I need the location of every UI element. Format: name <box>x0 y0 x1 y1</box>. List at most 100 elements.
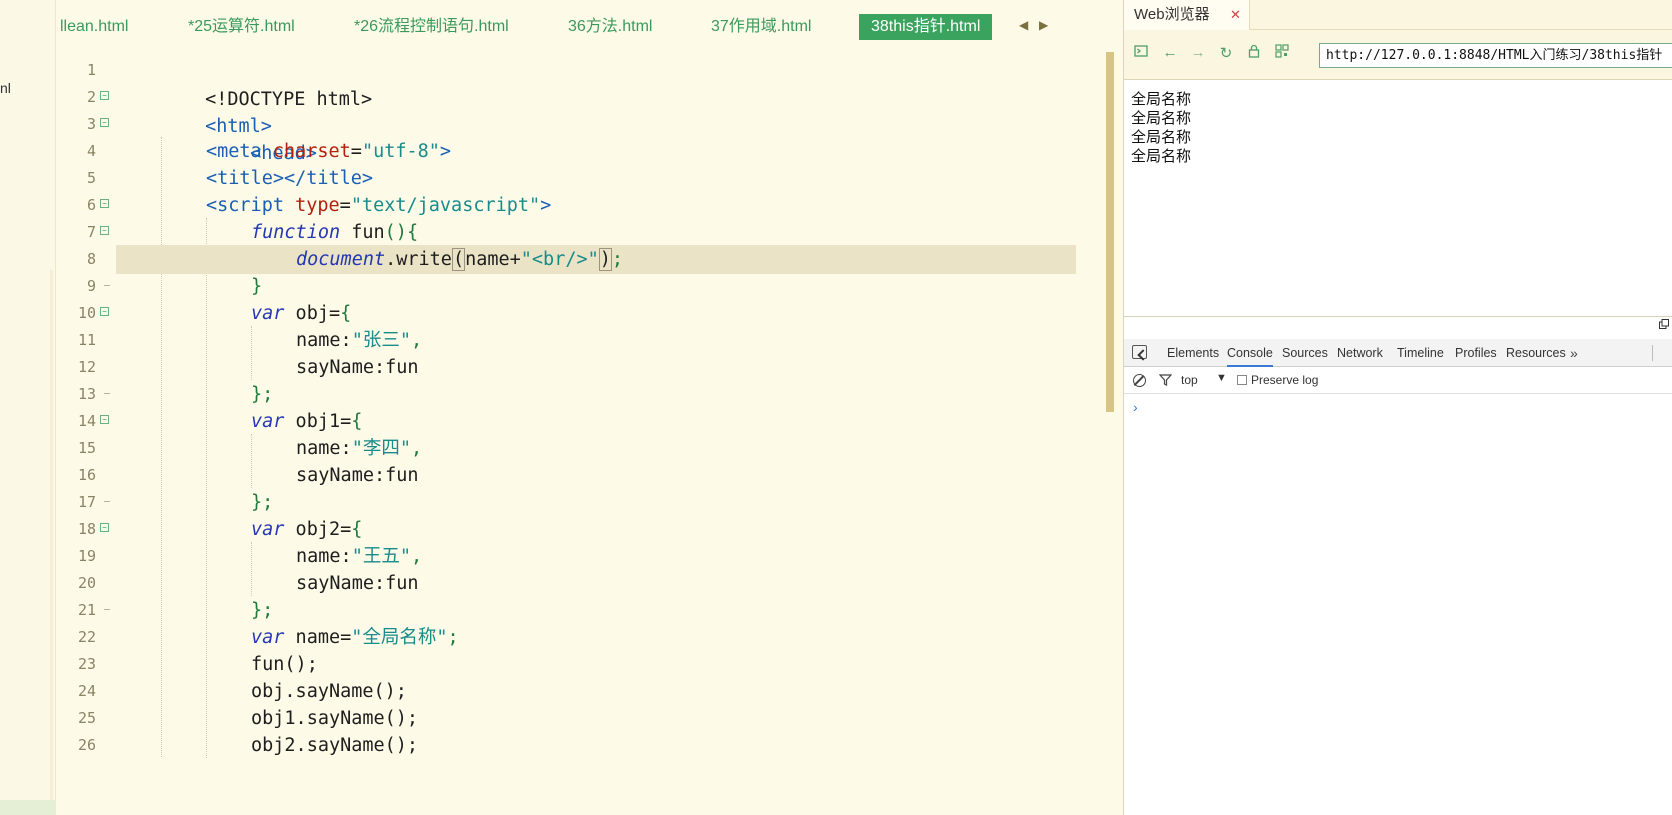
punct-token: = <box>350 141 362 162</box>
tab-sources[interactable]: Sources <box>1282 339 1328 367</box>
identifier-token: obj2.sayName(); <box>251 735 419 756</box>
fold-toggle-obj2[interactable]: − <box>100 523 109 532</box>
tab-scroll-right-icon[interactable]: ▶ <box>1039 18 1048 32</box>
line-number: 16 <box>77 466 96 484</box>
undock-icon[interactable] <box>1659 319 1669 332</box>
editor-tab-operators[interactable]: *25运算符.html <box>188 14 295 40</box>
editor-tab-this-pointer[interactable]: 38this指针.html <box>859 14 993 40</box>
identifier-token: fun(); <box>251 654 318 675</box>
clear-console-icon[interactable] <box>1133 374 1146 387</box>
code-editor: llean.html *25运算符.html *26流程控制语句.html 36… <box>60 0 1122 815</box>
back-icon[interactable]: ← <box>1161 44 1179 61</box>
keyword-token: function <box>251 222 341 243</box>
close-icon[interactable]: ✕ <box>1230 0 1241 30</box>
chevron-down-icon[interactable]: ▼ <box>1216 372 1227 384</box>
editor-tab-scope[interactable]: 37作用域.html <box>711 14 811 40</box>
code-line: var obj2={ <box>251 515 362 544</box>
fold-toggle-script[interactable]: − <box>100 199 109 208</box>
fold-toggle-obj1[interactable]: − <box>100 415 109 424</box>
filter-icon[interactable] <box>1158 374 1173 389</box>
identifier-token: name: <box>296 330 352 351</box>
explorer-selection-highlight <box>0 800 56 815</box>
line-number: 20 <box>77 574 96 592</box>
context-selector[interactable]: top <box>1181 373 1198 387</box>
lock-icon[interactable] <box>1245 44 1263 62</box>
identifier-token: obj.sayName(); <box>251 681 407 702</box>
project-explorer-strip: nl <box>0 0 56 815</box>
tag-token: <meta <box>206 141 273 162</box>
qrcode-icon[interactable] <box>1273 44 1291 62</box>
string-token: "张三" <box>351 330 411 351</box>
punct-token: , <box>410 546 423 567</box>
editor-tab-boolean[interactable]: llean.html <box>60 14 128 40</box>
forward-icon[interactable]: → <box>1189 44 1207 61</box>
editor-scrollbar-thumb[interactable] <box>1106 52 1114 412</box>
app-window: nl llean.html *25运算符.html *26流程控制语句.html… <box>0 0 1672 815</box>
editor-tab-flow-control[interactable]: *26流程控制语句.html <box>354 14 509 40</box>
preserve-log-checkbox[interactable] <box>1237 375 1247 385</box>
code-line: name:"王五", <box>296 542 422 571</box>
identifier-token: obj1.sayName(); <box>251 708 419 729</box>
preserve-log-label: Preserve log <box>1251 373 1319 387</box>
identifier-token: name+ <box>465 249 521 270</box>
code-line: <head> <box>161 110 317 164</box>
page-output-line: 全局名称 <box>1131 109 1192 127</box>
line-number: 26 <box>77 736 96 754</box>
url-bar[interactable]: http://127.0.0.1:8848/HTML入门练习/38this指针 <box>1319 43 1672 68</box>
tab-scroll-left-icon[interactable]: ◀ <box>1019 18 1028 32</box>
explorer-item-fragment[interactable]: nl <box>0 80 11 96</box>
code-line: sayName:fun <box>296 461 419 490</box>
devtools-panel: Elements Console Sources Network Timelin… <box>1124 316 1672 815</box>
tab-network[interactable]: Network <box>1337 339 1383 367</box>
refresh-icon[interactable]: ↻ <box>1217 44 1235 62</box>
tab-elements[interactable]: Elements <box>1167 339 1219 367</box>
string-token: "王五" <box>351 546 411 567</box>
code-line: sayName:fun <box>296 353 419 382</box>
punct-token: } <box>251 276 263 297</box>
line-number: 5 <box>86 169 96 187</box>
line-number: 10 <box>77 304 96 322</box>
identifier-token: name: <box>296 546 352 567</box>
line-number: 21 <box>77 601 96 619</box>
keyword-token: var <box>251 519 285 540</box>
line-number: 15 <box>77 439 96 457</box>
string-token: "text/javascript" <box>350 195 541 216</box>
code-line: var name="全局名称"; <box>251 623 459 652</box>
code-line: obj.sayName(); <box>251 677 407 706</box>
web-browser-panel: Web浏览器 ✕ ← → ↻ http://127.0.0.1:8848/HTM… <box>1123 0 1672 815</box>
tab-console[interactable]: Console <box>1227 339 1273 367</box>
more-tabs-icon[interactable]: » <box>1570 339 1578 367</box>
explorer-scrollbar[interactable] <box>50 270 53 815</box>
indent-guide <box>251 434 252 488</box>
tab-timeline[interactable]: Timeline <box>1397 339 1444 367</box>
line-number: 1 <box>86 61 96 79</box>
code-line: name:"李四", <box>296 434 422 463</box>
fold-toggle-function[interactable]: − <box>100 226 109 235</box>
code-line: <script type="text/javascript"> <box>206 191 551 220</box>
console-prompt-icon[interactable]: › <box>1133 399 1138 415</box>
identifier-token: obj2= <box>284 519 352 540</box>
identifier-token: fun <box>385 357 419 378</box>
terminal-icon[interactable] <box>1132 44 1150 62</box>
tab-resources[interactable]: Resources <box>1506 339 1566 367</box>
tab-profiles[interactable]: Profiles <box>1455 339 1497 367</box>
punct-token: , <box>410 438 423 459</box>
inspect-element-icon[interactable] <box>1132 345 1147 359</box>
fold-end-marker <box>104 501 110 502</box>
devtools-tab-bar: Elements Console Sources Network Timelin… <box>1124 339 1672 367</box>
tag-token: > <box>540 195 552 216</box>
identifier-token: fun <box>385 465 419 486</box>
editor-tab-methods[interactable]: 36方法.html <box>568 14 652 40</box>
fold-toggle-obj[interactable]: − <box>100 307 109 316</box>
code-line: }; <box>251 380 273 409</box>
code-line: <meta charset="utf-8"> <box>206 137 451 166</box>
fold-toggle-head[interactable]: − <box>100 118 109 127</box>
line-number: 4 <box>86 142 96 160</box>
code-line: var obj1={ <box>251 407 362 436</box>
browser-tab-bar: Web浏览器 ✕ <box>1124 0 1672 30</box>
code-line: <!DOCTYPE html> <box>116 56 372 110</box>
toolbar-divider <box>1652 345 1653 361</box>
identifier-token: sayName: <box>296 357 386 378</box>
identifier-token: sayName: <box>296 465 386 486</box>
fold-toggle-html[interactable]: − <box>100 91 109 100</box>
